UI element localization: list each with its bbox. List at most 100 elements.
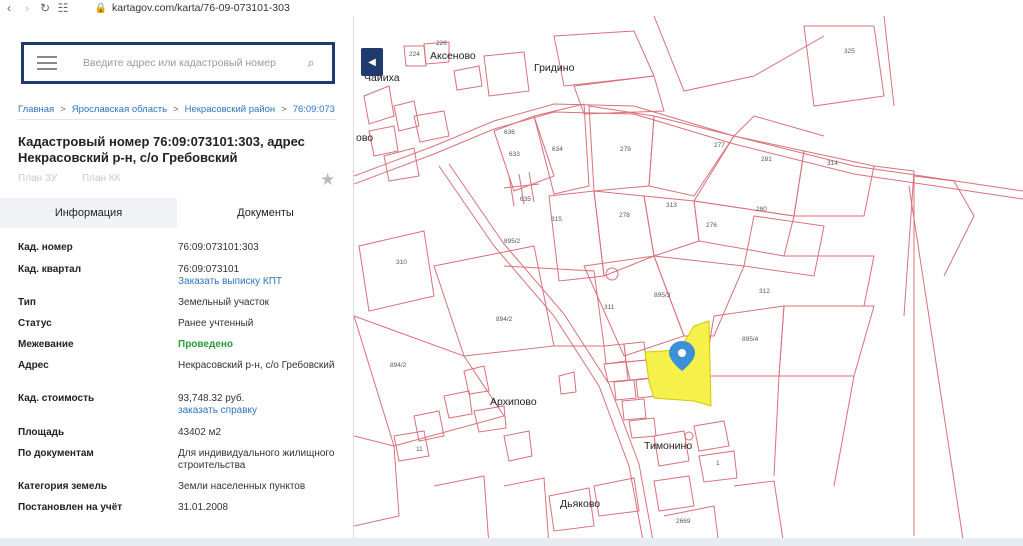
parcel-number: 277 <box>714 142 725 149</box>
parcel-number: 278 <box>619 212 630 219</box>
table-row: Категория земель Земли населенных пункто… <box>18 481 338 502</box>
address-bar[interactable]: kartagov.com/karta/76-09-073101-303 <box>112 2 290 14</box>
property-value: Проведено <box>178 339 234 350</box>
parcel-number: 11 <box>416 446 423 453</box>
cadastral-map[interactable]: Аксеново Гридино Архипово Тимонино Дьяко… <box>354 16 1023 546</box>
tab-bar: Информация Документы <box>0 198 353 228</box>
table-row: Тип Земельный участок <box>18 297 338 318</box>
parcel-number: 894/2 <box>496 316 513 323</box>
table-row: Кад. номер 76:09:073101:303 <box>18 242 338 264</box>
breadcrumb: Главная > Ярославская область > Некрасовский… <box>18 104 335 115</box>
property-value: 76:09:073101:303 <box>178 242 259 253</box>
place-label: Тимонино <box>644 440 693 452</box>
search-icon[interactable]: ⌕ <box>300 55 322 71</box>
place-label: Гридино <box>534 62 575 74</box>
property-value: Земельный участок <box>178 297 270 308</box>
property-value: Земли населенных пунктов <box>178 481 306 492</box>
parcel-number: 279 <box>620 146 631 153</box>
property-table: Кад. номер 76:09:073101:303 Кад. квартал… <box>18 242 338 522</box>
place-label: Архипово <box>490 396 537 408</box>
parcel-number: 313 <box>666 202 677 209</box>
property-value: Некрасовский р-н, с/о Гребовский <box>178 360 335 371</box>
parcel-number: 1 <box>716 460 720 467</box>
property-value: 31.01.2008 <box>178 502 229 513</box>
property-key: Межевание <box>18 339 74 350</box>
breadcrumb-quarter[interactable]: 76:09:073 <box>293 104 335 115</box>
property-value: Ранее учтенный <box>178 318 254 329</box>
table-row: Межевание Проведено <box>18 339 338 360</box>
parcel-number: 226 <box>436 40 447 47</box>
back-icon[interactable]: ‹ <box>0 0 18 16</box>
property-value-cell: 93,748.32 руб. заказать справку <box>178 393 338 427</box>
breadcrumb-region[interactable]: Ярославская область <box>72 104 167 115</box>
property-value-cell: 76:09:073101 Заказать выписку КПТ <box>178 264 338 297</box>
plan-links: План ЗУ План КК <box>18 173 143 184</box>
property-value: 43402 м2 <box>178 427 222 438</box>
menu-icon[interactable] <box>37 56 57 70</box>
parcel-number: 280 <box>756 206 767 213</box>
tab-documents[interactable]: Документы <box>177 198 353 228</box>
browser-toolbar: ‹ › ↻ ☷ 🔒 kartagov.com/karta/76-09-07310… <box>0 0 1023 16</box>
property-key: Статус <box>18 318 52 329</box>
apps-grid-icon[interactable]: ☷ <box>54 0 72 16</box>
property-key: Кад. квартал <box>18 264 82 275</box>
tab-information[interactable]: Информация <box>0 198 177 228</box>
parcel-number: 635 <box>520 196 531 203</box>
table-row: Статус Ранее учтенный <box>18 318 338 339</box>
parcel-number: 315 <box>551 216 562 223</box>
divider <box>18 119 336 120</box>
parcel-number: 895/3 <box>654 292 671 299</box>
parcel-number: 276 <box>706 222 717 229</box>
order-kpt-link[interactable]: Заказать выписку КПТ <box>178 276 338 288</box>
reload-icon[interactable]: ↻ <box>36 0 54 16</box>
lock-icon[interactable]: 🔒 <box>94 3 108 14</box>
parcel-number: 312 <box>759 288 770 295</box>
table-row: Постановлен на учёт 31.01.2008 <box>18 502 338 522</box>
parcel-number: 894/2 <box>390 362 407 369</box>
order-certificate-link[interactable]: заказать справку <box>178 405 338 417</box>
property-key: Кад. стоимость <box>18 393 95 404</box>
parcel-number: 311 <box>604 304 615 311</box>
table-row: По документам Для индивидуального жилищн… <box>18 448 338 481</box>
parcel-number: 314 <box>827 160 838 167</box>
table-row: Адрес Некрасовский р-н, с/о Гребовский <box>18 360 338 393</box>
parcel-number: 633 <box>509 151 520 158</box>
property-key: Тип <box>18 297 36 308</box>
parcel-lines <box>354 16 1023 546</box>
property-key: Кад. номер <box>18 242 73 253</box>
parcel-number: 2669 <box>676 518 691 525</box>
page-title: Кадастровый номер 76:09:073101:303, адре… <box>18 134 305 165</box>
bottom-strip <box>0 538 1023 546</box>
property-key: По документам <box>18 448 94 459</box>
property-value: 93,748.32 руб. <box>178 393 245 404</box>
parcel-number: 895/4 <box>742 336 759 343</box>
breadcrumb-home[interactable]: Главная <box>18 104 54 115</box>
parcel-number: 636 <box>504 129 515 136</box>
parcel-number: 281 <box>761 156 772 163</box>
property-key: Постановлен на учёт <box>18 502 123 513</box>
parcel-number: 224 <box>409 51 420 58</box>
parcel-number: 325 <box>844 48 855 55</box>
plan-kk-link[interactable]: План КК <box>82 173 121 184</box>
table-row: Кад. стоимость 93,748.32 руб. заказать с… <box>18 393 338 427</box>
collapse-panel-button[interactable]: ◀ <box>361 48 383 76</box>
info-panel: Введите адрес или кадастровый номер ⌕ Гл… <box>0 16 354 546</box>
table-row: Кад. квартал 76:09:073101 Заказать выпис… <box>18 264 338 297</box>
forward-icon[interactable]: › <box>18 0 36 16</box>
breadcrumb-district[interactable]: Некрасовский район <box>185 104 276 115</box>
favorite-star-icon[interactable]: ★ <box>320 170 335 190</box>
parcel-number: 634 <box>552 146 563 153</box>
parcel-number: 895/2 <box>504 238 521 245</box>
property-value: 76:09:073101 <box>178 264 240 275</box>
property-key: Категория земель <box>18 481 107 492</box>
property-key: Площадь <box>18 427 65 438</box>
table-row: Площадь 43402 м2 <box>18 427 338 448</box>
property-value: Для индивидуального жилищного строительс… <box>178 448 335 471</box>
place-label: Дьяково <box>560 498 601 510</box>
search-bar[interactable]: Введите адрес или кадастровый номер ⌕ <box>21 42 335 84</box>
place-label: ово <box>356 132 374 144</box>
property-key: Адрес <box>18 360 49 371</box>
parcel-number: 310 <box>396 259 407 266</box>
search-input[interactable]: Введите адрес или кадастровый номер <box>83 57 300 69</box>
plan-zu-link[interactable]: План ЗУ <box>18 173 57 184</box>
